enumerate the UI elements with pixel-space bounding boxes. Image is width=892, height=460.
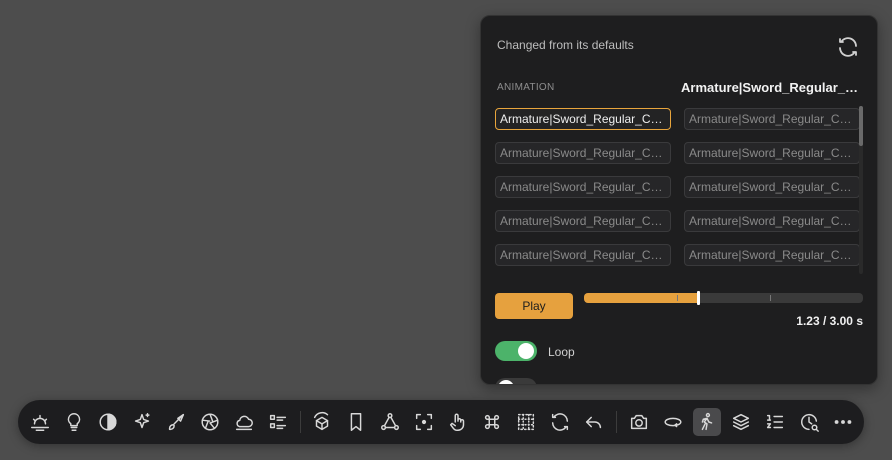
list-button[interactable] (264, 408, 292, 436)
sunrise-icon (31, 414, 49, 431)
brush-button[interactable] (162, 408, 190, 436)
loop-label: Loop (548, 345, 575, 359)
contrast-button[interactable] (94, 408, 122, 436)
vertices-button[interactable] (376, 408, 404, 436)
cube-rotate-button[interactable] (308, 408, 336, 436)
toolbar-divider (300, 411, 301, 433)
sunrise-button[interactable] (26, 408, 54, 436)
refresh-button[interactable] (546, 408, 574, 436)
timeline-tick (770, 295, 771, 301)
animation-source-cell[interactable]: Armature|Sword_Regular_Com... (495, 210, 671, 232)
lightbulb-icon (67, 413, 81, 431)
animation-target-cell[interactable]: Armature|Sword_Regular_Com... (684, 108, 860, 130)
layers-icon (732, 413, 750, 431)
animation-source-cell[interactable]: Armature|Sword_Regular_Com... (495, 108, 671, 130)
more-icon (834, 420, 852, 424)
toolbar-divider (616, 411, 617, 433)
camera-icon (630, 414, 648, 430)
loop-toggle[interactable] (495, 341, 537, 361)
second-toggle[interactable] (495, 378, 537, 384)
lightbulb-button[interactable] (60, 408, 88, 436)
cloud-button[interactable] (230, 408, 258, 436)
hand-pointer-button[interactable] (444, 408, 472, 436)
clock-search-icon (801, 413, 819, 432)
focus-frame-icon (415, 413, 433, 431)
brush-icon (168, 413, 185, 431)
bookmark-button[interactable] (342, 408, 370, 436)
animation-source-cell[interactable]: Armature|Sword_Regular_Com... (495, 244, 671, 266)
sparkles-button[interactable] (128, 408, 156, 436)
vertices-icon (381, 413, 399, 431)
animation-target-cell[interactable]: Armature|Sword_Regular_Com... (684, 210, 860, 232)
toggle-knob (518, 343, 534, 359)
timeline-slider[interactable] (584, 291, 863, 305)
sparkles-icon (134, 413, 150, 429)
undo-button[interactable] (580, 408, 608, 436)
animation-target-cell[interactable]: Armature|Sword_Regular_Com... (684, 244, 860, 266)
aperture-icon (201, 413, 219, 431)
timeline-progress (584, 293, 699, 303)
walk-icon (701, 412, 713, 431)
animation-column-label: ANIMATION (497, 82, 555, 93)
aperture-button[interactable] (196, 408, 224, 436)
walk-button[interactable] (693, 408, 721, 436)
animation-source-cell[interactable]: Armature|Sword_Regular_Com... (495, 176, 671, 198)
panel-header: Changed from its defaults (497, 38, 634, 52)
refresh-icon (839, 37, 857, 57)
camera-button[interactable] (625, 408, 653, 436)
numbered-list-button[interactable] (761, 408, 789, 436)
grid-dotted-button[interactable] (512, 408, 540, 436)
command-button[interactable] (478, 408, 506, 436)
animation-column-header: Armature|Sword_Regular_C... (681, 80, 861, 95)
timeline-tick (677, 295, 678, 301)
animation-panel: Changed from its defaults ANIMATION Arma… (480, 15, 878, 385)
refresh-icon (551, 413, 569, 431)
command-icon (484, 414, 500, 430)
undo-icon (585, 416, 602, 429)
animation-target-cell[interactable]: Armature|Sword_Regular_Com... (684, 142, 860, 164)
toggle-knob (498, 380, 514, 384)
bottom-toolbar (18, 400, 864, 444)
timeline-handle[interactable] (697, 291, 701, 305)
rotate-3d-button[interactable] (659, 408, 687, 436)
reset-defaults-button[interactable] (836, 35, 860, 59)
grid-dotted-icon (517, 413, 535, 431)
contrast-icon (99, 413, 117, 431)
list-icon (269, 414, 287, 430)
numbered-list-icon (766, 414, 784, 429)
animation-source-cell[interactable]: Armature|Sword_Regular_Com... (495, 142, 671, 164)
rotate-3d-icon (664, 417, 682, 428)
cloud-icon (235, 415, 253, 431)
more-button[interactable] (829, 408, 857, 436)
animation-target-cell[interactable]: Armature|Sword_Regular_Com... (684, 176, 860, 198)
layers-button[interactable] (727, 408, 755, 436)
hand-pointer-icon (449, 413, 465, 431)
scrollbar-thumb[interactable] (859, 106, 863, 146)
play-button[interactable]: Play (495, 293, 573, 319)
clock-search-button[interactable] (795, 408, 823, 436)
time-readout: 1.23 / 3.00 s (796, 314, 863, 328)
cube-rotate-icon (313, 411, 329, 431)
bookmark-icon (350, 413, 362, 431)
focus-frame-button[interactable] (410, 408, 438, 436)
